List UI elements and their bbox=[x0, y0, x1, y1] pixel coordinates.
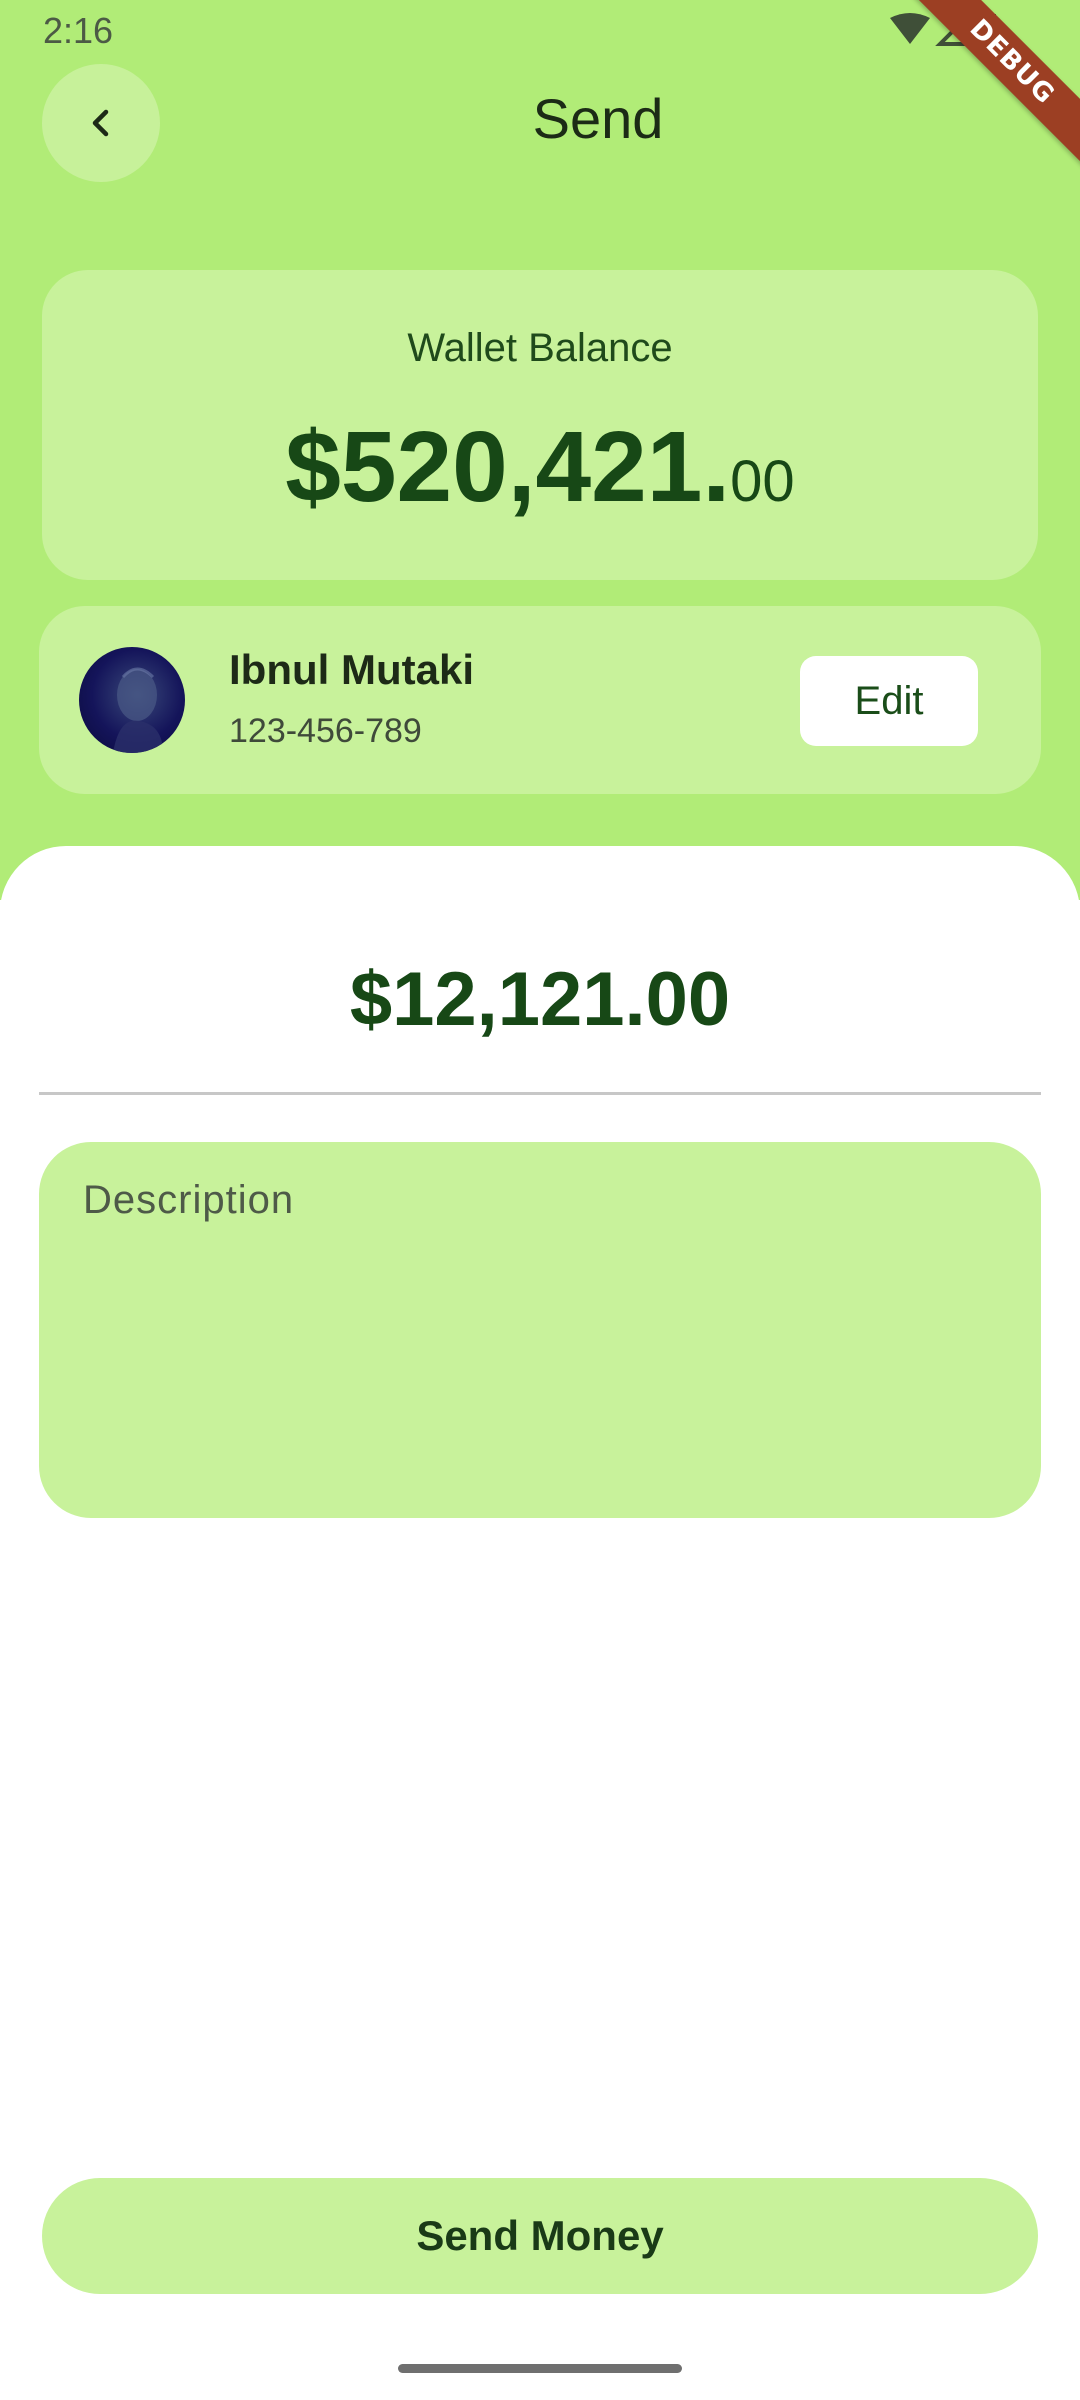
amount-divider bbox=[39, 1092, 1041, 1095]
avatar-portrait-image bbox=[113, 667, 163, 753]
home-indicator[interactable] bbox=[398, 2364, 682, 2373]
recipient-name: Ibnul Mutaki bbox=[229, 646, 474, 693]
avatar bbox=[79, 647, 185, 753]
transfer-amount[interactable]: $12,121.00 bbox=[0, 956, 1080, 1043]
transfer-sheet: $12,121.00 Description bbox=[0, 846, 1080, 2400]
edit-recipient-button[interactable]: Edit bbox=[800, 656, 978, 746]
wallet-balance-cents: 00 bbox=[730, 449, 795, 514]
wallet-balance-card: Wallet Balance $520,421.00 bbox=[42, 270, 1038, 580]
recipient-account-number: 123-456-789 bbox=[229, 712, 422, 750]
wallet-balance-label: Wallet Balance bbox=[407, 326, 673, 370]
send-money-button[interactable]: Send Money bbox=[42, 2178, 1038, 2294]
status-bar-time: 2:16 bbox=[43, 10, 114, 51]
recipient-card: Ibnul Mutaki 123-456-789 Edit bbox=[39, 606, 1041, 794]
page-title: Send bbox=[532, 87, 664, 150]
description-field[interactable]: Description bbox=[39, 1142, 1041, 1518]
wallet-balance-amount: $520,421.00 bbox=[42, 410, 1038, 525]
wallet-balance-main: $520,421. bbox=[285, 411, 731, 523]
description-placeholder: Description bbox=[83, 1178, 295, 1222]
wifi-icon bbox=[890, 13, 930, 44]
header-area: 2:16 DEBUG Send Wallet Balance $520,421.… bbox=[0, 0, 1080, 900]
